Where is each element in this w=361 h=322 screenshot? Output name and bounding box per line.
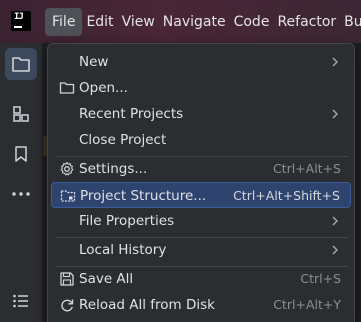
structure-tool-button[interactable] <box>5 98 37 130</box>
menu-item-label: Reload All from Disk <box>79 297 215 313</box>
menu-item-save-all[interactable]: Save All Ctrl+S <box>51 266 351 292</box>
menu-item-label: New <box>79 54 109 70</box>
menu-item-label: Save All <box>79 271 134 287</box>
menu-item-label: Project Structure... <box>80 188 207 204</box>
menu-item-new[interactable]: New <box>51 49 351 75</box>
folder-icon <box>59 82 75 94</box>
menu-refactor[interactable]: Refactor <box>273 8 340 36</box>
app-logo-bar <box>14 26 22 28</box>
menu-edit[interactable]: Edit <box>82 8 117 36</box>
menu-item-label: File Properties <box>79 213 175 229</box>
app-logo[interactable]: IJ <box>11 11 31 31</box>
menu-item-shortcut: Ctrl+S <box>300 271 341 286</box>
menu-view[interactable]: View <box>118 8 159 36</box>
menu-item-shortcut: Ctrl+Alt+Shift+S <box>233 188 340 203</box>
menu-item-local-history[interactable]: Local History <box>51 237 351 263</box>
todo-tool-button[interactable] <box>5 285 37 317</box>
tool-window-strip <box>0 43 43 322</box>
menu-item-settings[interactable]: Settings... Ctrl+Alt+S <box>51 156 351 182</box>
chevron-right-icon <box>332 216 338 226</box>
file-menu-dropdown: New Open... Recent Projects Close Projec… <box>47 43 355 322</box>
menu-bar: File Edit View Navigate Code Refactor Bu <box>45 8 361 36</box>
menu-item-open[interactable]: Open... <box>51 75 351 101</box>
more-icon <box>12 192 30 196</box>
menu-build[interactable]: Bu <box>340 8 361 36</box>
project-tool-button[interactable] <box>5 48 37 80</box>
menu-code[interactable]: Code <box>230 8 274 36</box>
menu-item-shortcut: Ctrl+Alt+S <box>272 161 341 176</box>
menu-item-label: Open... <box>79 80 128 96</box>
more-tool-button[interactable] <box>5 178 37 210</box>
menu-item-shortcut: Ctrl+Alt+Y <box>273 297 341 312</box>
menu-item-label: Recent Projects <box>79 106 184 122</box>
bookmarks-tool-button[interactable] <box>5 138 37 170</box>
reload-icon <box>61 299 74 312</box>
list-icon <box>13 294 28 308</box>
menu-item-label: Settings... <box>79 161 148 177</box>
app-logo-text: IJ <box>14 12 24 22</box>
chevron-right-icon <box>332 57 338 67</box>
menu-item-recent-projects[interactable]: Recent Projects <box>51 101 351 127</box>
menu-item-project-structure[interactable]: Project Structure... Ctrl+Alt+Shift+S <box>51 182 351 208</box>
bookmark-icon <box>15 146 27 162</box>
menu-item-label: Local History <box>79 242 167 258</box>
chevron-right-icon <box>332 109 338 119</box>
gear-icon <box>60 161 74 176</box>
project-structure-icon <box>60 190 76 202</box>
save-icon <box>60 272 74 286</box>
chevron-right-icon <box>332 245 338 255</box>
menu-file[interactable]: File <box>45 8 83 36</box>
menu-item-reload-all[interactable]: Reload All from Disk Ctrl+Alt+Y <box>51 292 351 318</box>
menu-item-label: Close Project <box>79 132 167 148</box>
menu-item-file-properties[interactable]: File Properties <box>51 208 351 234</box>
structure-icon <box>13 106 29 122</box>
menu-item-close-project[interactable]: Close Project <box>51 127 351 153</box>
menu-navigate[interactable]: Navigate <box>159 8 230 36</box>
folder-icon <box>12 57 30 72</box>
